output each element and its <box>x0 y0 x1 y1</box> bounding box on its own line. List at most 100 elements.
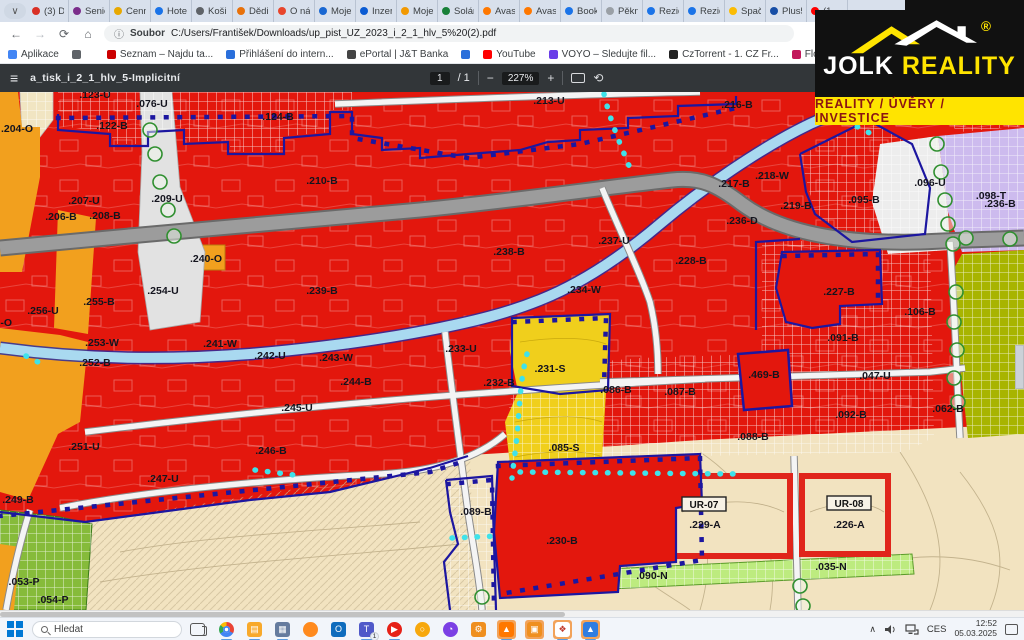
browser-tab-12[interactable]: Avast <box>520 0 561 22</box>
browser-tab-5[interactable]: Dědi <box>233 0 274 22</box>
start-button[interactable] <box>6 620 24 638</box>
zone-label: .242-U <box>254 350 286 362</box>
browser-tab-3[interactable]: Hote <box>151 0 192 22</box>
bookmark-icon-5[interactable] <box>461 50 470 59</box>
taskbar-app-orange-ring-app[interactable]: ○ <box>413 620 432 639</box>
zoom-level[interactable]: 227% <box>502 72 540 85</box>
bookmark-voyo-sledujte-fil-[interactable]: VOYO – Sledujte fil... <box>549 49 657 60</box>
bookmark-favicon <box>8 50 17 59</box>
taskbar-app-calculator[interactable]: ▦ <box>273 620 292 639</box>
browser-tab-2[interactable]: Cenn <box>110 0 151 22</box>
taskbar-app-orange-tool[interactable]: ⚙ <box>469 620 488 639</box>
bookmark-seznam-najdu-ta-[interactable]: Seznam – Najdu ta... <box>107 49 213 60</box>
browser-tab-16[interactable]: Rezid <box>684 0 725 22</box>
zoom-in-button[interactable]: + <box>547 71 554 85</box>
bookmark-p-ihl-en-do-intern[interactable]: Přihlášení do intern... <box>226 49 334 60</box>
zone-label: .106-B <box>904 306 936 318</box>
tab-favicon <box>401 7 409 15</box>
zone-label: .210-B <box>306 175 338 187</box>
browser-tab-18[interactable]: Plus5 <box>766 0 807 22</box>
zone-label: .227-B <box>823 286 855 298</box>
page-number-input[interactable]: 1 <box>430 72 450 85</box>
zone-label: .208-B <box>89 210 121 222</box>
network-icon[interactable] <box>905 624 919 635</box>
page-info-icon[interactable]: ⓘ <box>114 26 124 41</box>
orange-tool-icon: ⚙ <box>471 622 486 637</box>
tab-favicon <box>442 7 450 15</box>
system-tray: ∧ CES 12:52 05.03.2025 <box>869 619 1018 639</box>
browser-tab-11[interactable]: Avas <box>479 0 520 22</box>
zone-label: .256-U <box>27 305 59 317</box>
bookmark-icon-1[interactable] <box>72 50 81 59</box>
zone-label: .035-N <box>815 561 847 573</box>
zone-label: .241-W <box>203 338 237 350</box>
rotate-button[interactable]: ⟲ <box>593 71 603 85</box>
taskbar-app-photos[interactable]: ▲ <box>581 620 600 639</box>
zone-label: .216-B <box>721 99 753 111</box>
forward-button[interactable]: → <box>32 27 48 41</box>
taskbar-app-youtube[interactable]: ▶ <box>385 620 404 639</box>
bookmark-aplikace[interactable]: Aplikace <box>8 49 59 60</box>
pdf-controls: 1 / 1 − 227% + ⟲ <box>430 71 603 85</box>
tab-search-button[interactable]: ∨ <box>4 3 26 19</box>
bookmark-label: VOYO – Sledujte fil... <box>562 49 657 60</box>
horizontal-scrollbar[interactable] <box>0 610 1024 617</box>
zone-label: .255-B <box>83 296 115 308</box>
tray-expand-icon[interactable]: ∧ <box>869 624 876 635</box>
zone-label: .231-S <box>535 363 566 375</box>
browser-tab-7[interactable]: Moje <box>315 0 356 22</box>
zone-label: .123-U <box>79 92 111 101</box>
taskbar-app-outlook[interactable]: O <box>329 620 348 639</box>
vertical-scrollbar-thumb[interactable] <box>1015 345 1024 389</box>
tab-label: Rezid <box>659 6 679 17</box>
browser-tab-15[interactable]: Rezid <box>643 0 684 22</box>
volume-icon[interactable] <box>884 624 897 635</box>
back-button[interactable]: ← <box>8 27 24 41</box>
browser-tab-10[interactable]: Solár <box>438 0 479 22</box>
taskbar-app-teams[interactable]: T1 <box>357 620 376 639</box>
horizontal-scrollbar-thumb[interactable] <box>0 612 565 617</box>
bookmark-cztorrent-1-cz-fr-[interactable]: CzTorrent - 1. CZ Fr... <box>669 49 779 60</box>
task-view-button[interactable] <box>190 623 205 636</box>
browser-tab-6[interactable]: O ná <box>274 0 315 22</box>
browser-tab-9[interactable]: Moje <box>397 0 438 22</box>
page-total: / 1 <box>458 72 470 84</box>
browser-tab-1[interactable]: Senic <box>69 0 110 22</box>
zone-label: .204-O <box>1 123 33 135</box>
tab-label: Solár <box>454 6 474 17</box>
zone-label: .047-U <box>859 370 891 382</box>
zone-label: .206-B <box>45 211 77 223</box>
tab-label: O ná <box>290 6 310 17</box>
browser-tab-0[interactable]: (3) D <box>28 0 69 22</box>
taskbar-app-purple-app[interactable]: ◔ <box>441 620 460 639</box>
browser-tab-14[interactable]: Pěkn <box>602 0 643 22</box>
browser-tab-13[interactable]: Book <box>561 0 602 22</box>
zoning-map-canvas[interactable]: UR-07UR-08 .123-U.076-U.122-B.124-B.204-… <box>0 92 1024 610</box>
fit-page-button[interactable] <box>571 73 585 83</box>
bookmark-label: YouTube <box>496 49 535 60</box>
taskbar-app-firefox[interactable] <box>301 620 320 639</box>
pdf-menu-icon[interactable]: ≡ <box>10 70 18 86</box>
taskbar-app-corel[interactable]: ❖ <box>553 620 572 639</box>
taskbar-app-file-explorer[interactable]: ▤ <box>245 620 264 639</box>
taskbar-search[interactable]: Hledat <box>32 621 182 638</box>
bookmark-label: Aplikace <box>21 49 59 60</box>
tab-label: Inzer <box>372 6 392 17</box>
zone-label: .124-B <box>262 111 294 123</box>
browser-tab-4[interactable]: Koši <box>192 0 233 22</box>
home-button[interactable]: ⌂ <box>80 27 96 41</box>
browser-tab-8[interactable]: Inzer <box>356 0 397 22</box>
bookmark-eportal-j-t-banka[interactable]: ePortal | J&T Banka <box>347 49 449 60</box>
taskbar-app-avast[interactable]: ▲ <box>497 620 516 639</box>
reload-button[interactable]: ⟳ <box>56 27 72 41</box>
keyboard-layout[interactable]: CES <box>927 624 947 635</box>
bookmark-youtube[interactable]: YouTube <box>483 49 535 60</box>
address-bar[interactable]: ⓘ Soubor C:/Users/František/Downloads/up… <box>104 25 794 42</box>
zoom-out-button[interactable]: − <box>487 71 494 85</box>
taskbar-app-chrome[interactable] <box>217 620 236 639</box>
taskbar-app-orange-tool-2[interactable]: ▣ <box>525 620 544 639</box>
notification-center-icon[interactable] <box>1005 624 1018 635</box>
clock[interactable]: 12:52 05.03.2025 <box>954 619 997 639</box>
browser-tab-17[interactable]: Spač <box>725 0 766 22</box>
tab-favicon <box>155 7 163 15</box>
